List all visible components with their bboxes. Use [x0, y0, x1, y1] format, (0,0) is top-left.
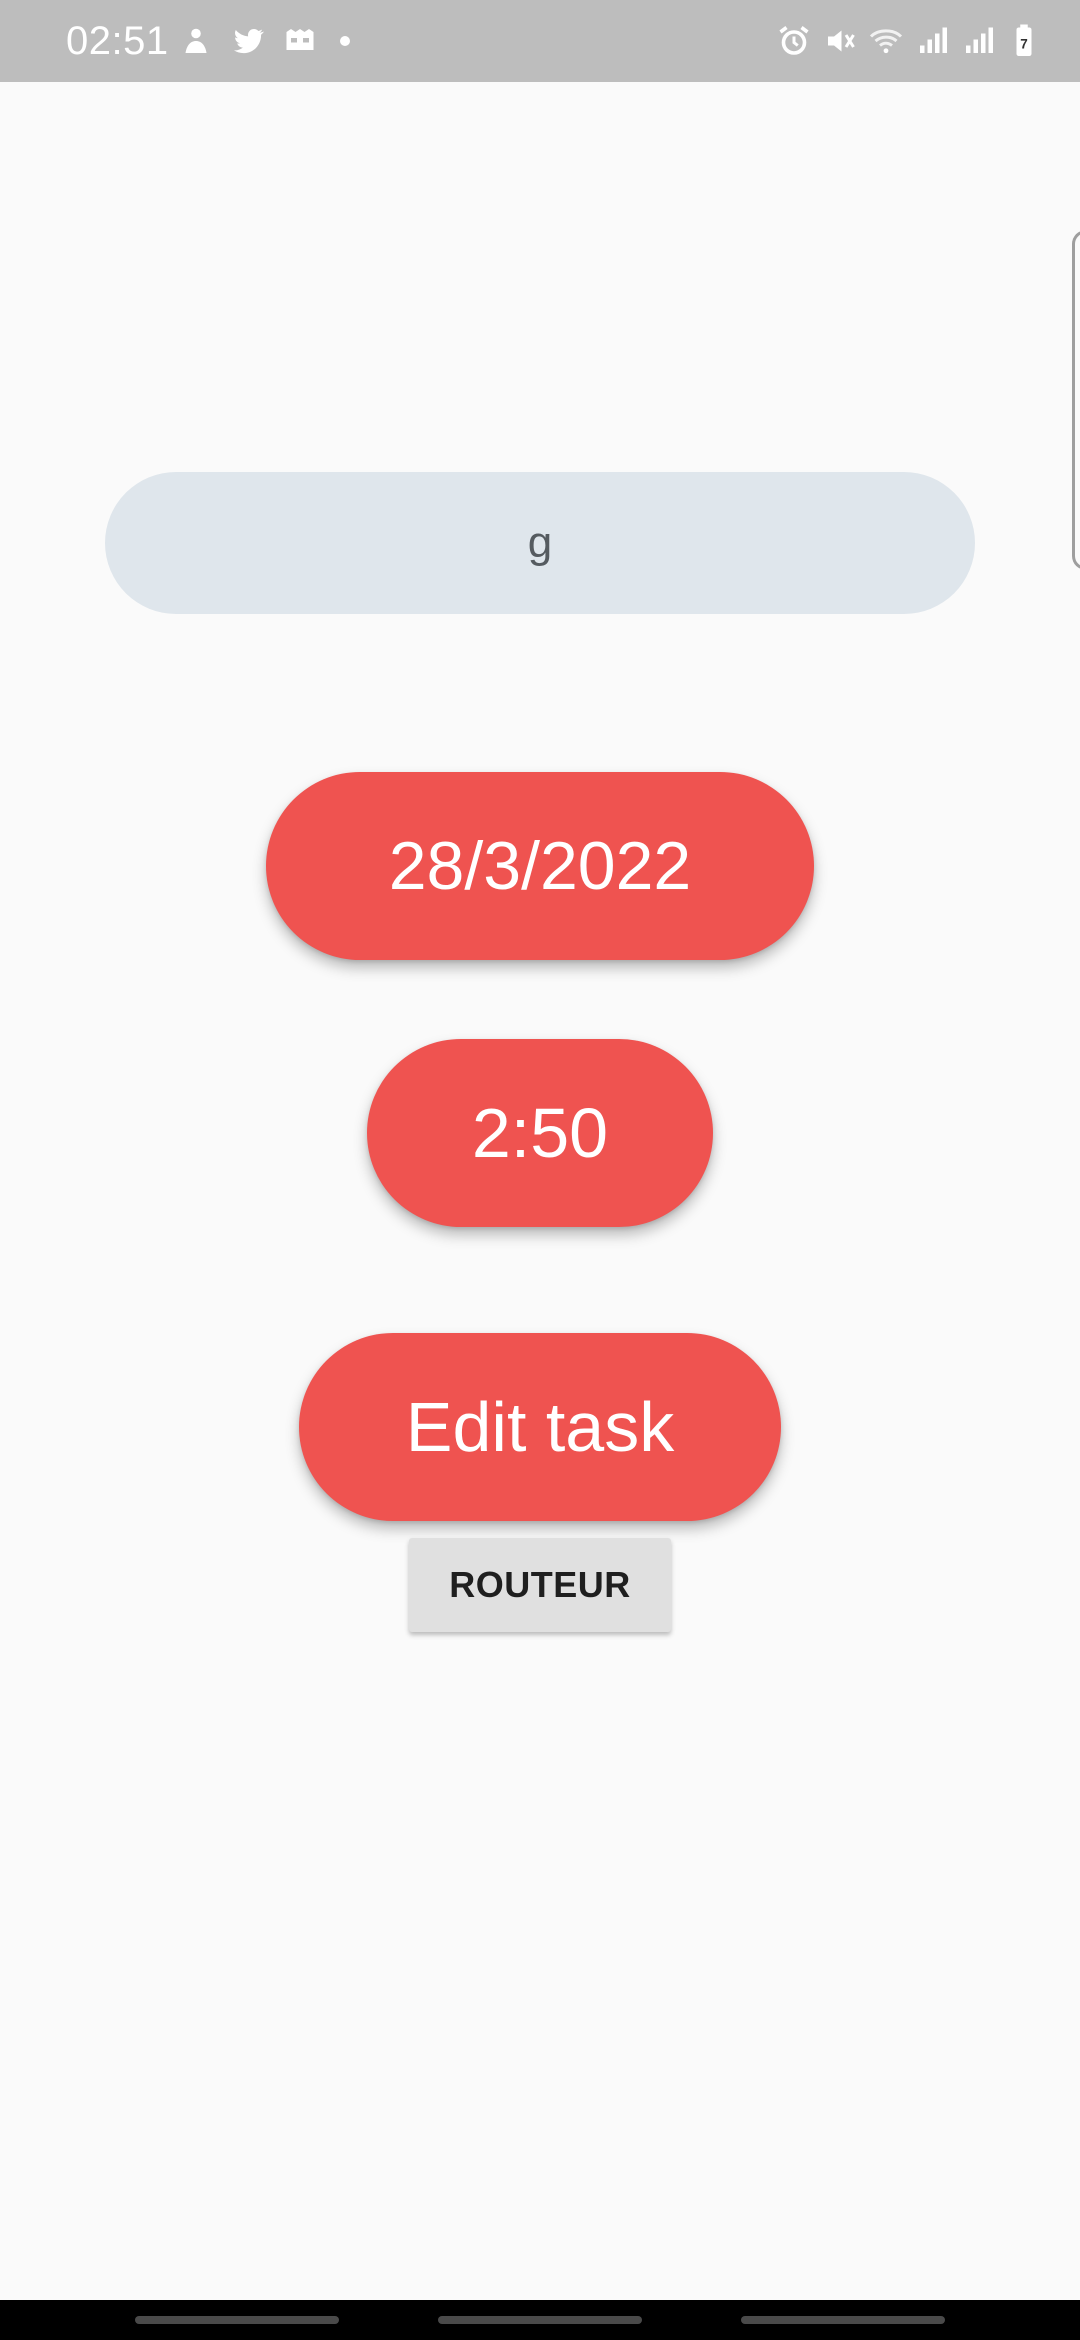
- twitter-icon: [230, 23, 266, 59]
- back-key[interactable]: [741, 2316, 945, 2324]
- vibrate-mute-icon: [822, 23, 858, 59]
- date-picker-button[interactable]: 28/3/2022: [266, 772, 814, 960]
- more-dot-icon: [340, 36, 350, 46]
- router-button[interactable]: ROUTEUR: [409, 1538, 671, 1632]
- edit-task-screen: 02:51 7 g 28/3/2022 2:50 Edit task ROUTE…: [0, 0, 1080, 2340]
- status-time: 02:51: [66, 19, 169, 63]
- battery-level-text: 7: [1020, 37, 1028, 52]
- signal-icon: [914, 23, 950, 59]
- recents-key[interactable]: [135, 2316, 339, 2324]
- status-right-icons: 7: [776, 20, 1042, 62]
- edit-task-button[interactable]: Edit task: [299, 1333, 781, 1521]
- edge-panel-handle[interactable]: [1072, 230, 1080, 570]
- notification-app-icon: [178, 23, 214, 59]
- navigation-bar: [0, 2300, 1080, 2340]
- status-left-icons: [178, 20, 350, 62]
- game-icon: [282, 23, 318, 59]
- signal-icon: [960, 23, 996, 59]
- alarm-icon: [776, 23, 812, 59]
- task-title-input[interactable]: [105, 472, 975, 614]
- home-key[interactable]: [438, 2316, 642, 2324]
- status-bar: 02:51 7: [0, 0, 1080, 82]
- wifi-icon: [868, 23, 904, 59]
- time-picker-button[interactable]: 2:50: [367, 1039, 713, 1227]
- battery-icon: 7: [1006, 23, 1042, 59]
